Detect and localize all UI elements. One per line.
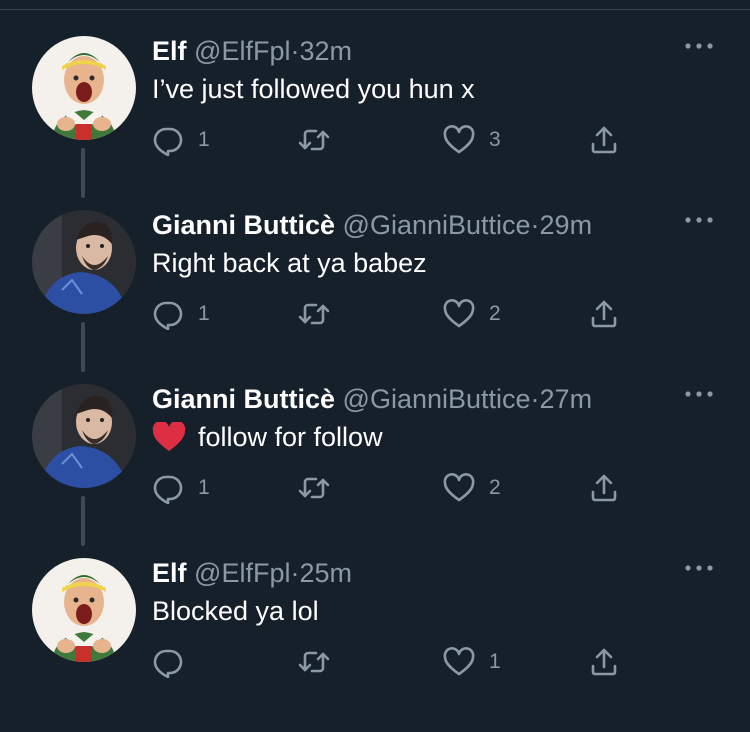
share-icon bbox=[591, 126, 617, 154]
like-count: 2 bbox=[489, 302, 501, 325]
more-options-button[interactable] bbox=[682, 210, 716, 230]
top-divider bbox=[0, 9, 750, 10]
separator-dot: · bbox=[530, 210, 540, 240]
share-button[interactable] bbox=[588, 470, 620, 506]
username[interactable]: @ElfFpl bbox=[194, 558, 290, 588]
reply-count: 1 bbox=[198, 128, 210, 151]
more-icon bbox=[685, 565, 713, 571]
tweet-text-content: I’ve just followed you hun x bbox=[152, 74, 475, 104]
reply-icon bbox=[153, 301, 183, 330]
reply-icon bbox=[153, 127, 183, 156]
like-button[interactable]: 3 bbox=[443, 122, 501, 158]
more-icon bbox=[685, 217, 713, 223]
separator-dot: · bbox=[530, 384, 540, 414]
reply-button[interactable]: 1 bbox=[152, 296, 210, 332]
tweet-text: I’ve just followed you hun x bbox=[152, 72, 475, 106]
reply-count: 1 bbox=[198, 302, 210, 325]
retweet-button[interactable] bbox=[298, 296, 344, 332]
heart-icon bbox=[443, 299, 475, 328]
display-name[interactable]: Gianni Butticè bbox=[152, 210, 335, 240]
share-button[interactable] bbox=[588, 122, 620, 158]
tweet-actions: 1 2 bbox=[152, 296, 632, 332]
retweet-button[interactable] bbox=[298, 470, 344, 506]
reply-icon bbox=[153, 649, 183, 678]
avatar[interactable] bbox=[32, 210, 136, 314]
tweet-actions: 1 3 bbox=[152, 122, 632, 158]
tweet[interactable]: Gianni Butticè @GianniButtice·29m Right … bbox=[0, 210, 750, 384]
timestamp[interactable]: 27m bbox=[540, 384, 593, 414]
more-options-button[interactable] bbox=[682, 384, 716, 404]
like-count: 1 bbox=[489, 650, 501, 673]
retweet-icon bbox=[298, 303, 330, 325]
retweet-icon bbox=[298, 651, 330, 673]
red-heart-emoji-icon bbox=[152, 422, 186, 451]
more-icon bbox=[685, 43, 713, 49]
username[interactable]: @GianniButtice bbox=[343, 384, 531, 414]
share-button[interactable] bbox=[588, 296, 620, 332]
reply-button[interactable]: 1 bbox=[152, 470, 210, 506]
timestamp[interactable]: 32m bbox=[299, 36, 352, 66]
display-name[interactable]: Elf bbox=[152, 36, 187, 66]
like-button[interactable]: 1 bbox=[443, 644, 501, 680]
retweet-button[interactable] bbox=[298, 644, 344, 680]
timestamp[interactable]: 29m bbox=[540, 210, 593, 240]
reply-count: 1 bbox=[198, 476, 210, 499]
tweet-text-content: Blocked ya lol bbox=[152, 596, 319, 626]
reply-icon bbox=[153, 475, 183, 504]
tweet-header: Elf @ElfFpl·25m bbox=[152, 556, 352, 590]
share-button[interactable] bbox=[588, 644, 620, 680]
username[interactable]: @ElfFpl bbox=[194, 36, 290, 66]
tweet-actions: 1 bbox=[152, 644, 632, 680]
tweet-text-content: follow for follow bbox=[198, 422, 383, 452]
reply-button[interactable] bbox=[152, 644, 198, 680]
display-name[interactable]: Elf bbox=[152, 558, 187, 588]
more-icon bbox=[685, 391, 713, 397]
avatar[interactable] bbox=[32, 558, 136, 662]
like-button[interactable]: 2 bbox=[443, 470, 501, 506]
tweet-text-content: Right back at ya babez bbox=[152, 248, 427, 278]
display-name[interactable]: Gianni Butticè bbox=[152, 384, 335, 414]
timestamp[interactable]: 25m bbox=[299, 558, 352, 588]
like-button[interactable]: 2 bbox=[443, 296, 501, 332]
share-icon bbox=[591, 474, 617, 502]
retweet-button[interactable] bbox=[298, 122, 344, 158]
tweet[interactable]: Gianni Butticè @GianniButtice·27m follow… bbox=[0, 384, 750, 558]
tweet[interactable]: Elf @ElfFpl·32m I’ve just followed you h… bbox=[0, 36, 750, 210]
share-icon bbox=[591, 648, 617, 676]
username[interactable]: @GianniButtice bbox=[343, 210, 531, 240]
avatar[interactable] bbox=[32, 36, 136, 140]
heart-icon bbox=[443, 473, 475, 502]
retweet-icon bbox=[298, 129, 330, 151]
tweet-text: Blocked ya lol bbox=[152, 594, 319, 628]
more-options-button[interactable] bbox=[682, 558, 716, 578]
like-count: 3 bbox=[489, 128, 501, 151]
avatar[interactable] bbox=[32, 384, 136, 488]
tweet-text: follow for follow bbox=[152, 420, 383, 454]
tweet-header: Gianni Butticè @GianniButtice·27m bbox=[152, 382, 592, 416]
heart-icon bbox=[443, 647, 475, 676]
tweet-actions: 1 2 bbox=[152, 470, 632, 506]
retweet-icon bbox=[298, 477, 330, 499]
reply-button[interactable]: 1 bbox=[152, 122, 210, 158]
tweet-header: Gianni Butticè @GianniButtice·29m bbox=[152, 208, 592, 242]
tweet-text: Right back at ya babez bbox=[152, 246, 427, 280]
more-options-button[interactable] bbox=[682, 36, 716, 56]
tweet[interactable]: Elf @ElfFpl·25m Blocked ya lol 1 bbox=[0, 558, 750, 732]
share-icon bbox=[591, 300, 617, 328]
like-count: 2 bbox=[489, 476, 501, 499]
heart-icon bbox=[443, 125, 475, 154]
tweet-header: Elf @ElfFpl·32m bbox=[152, 34, 352, 68]
